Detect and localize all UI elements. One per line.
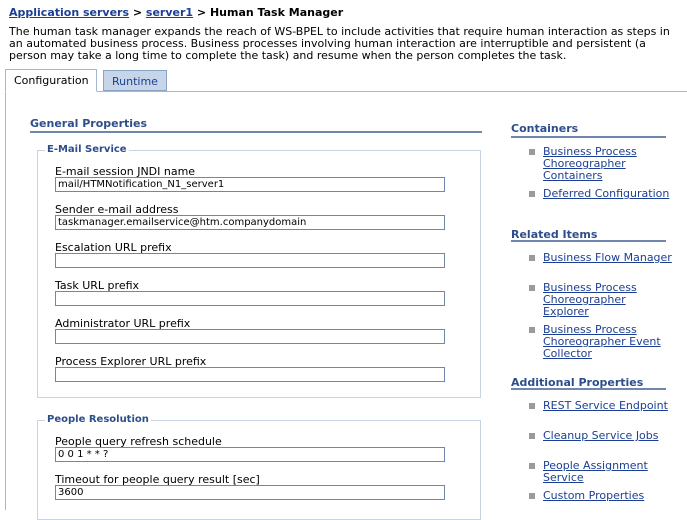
related-items-rule xyxy=(511,240,666,242)
sender-email-input[interactable]: taskmanager.emailservice@htm.companydoma… xyxy=(55,215,445,230)
administrator-url-input[interactable] xyxy=(55,329,445,344)
email-service-heading: E-Mail Service xyxy=(45,144,129,155)
task-url-input[interactable] xyxy=(55,291,445,306)
tab-runtime[interactable]: Runtime xyxy=(103,70,167,91)
bullet-icon xyxy=(529,403,535,409)
bullet-icon xyxy=(529,191,535,197)
bullet-icon xyxy=(529,285,535,291)
bullet-icon xyxy=(529,327,535,333)
link-people-assignment-service[interactable]: People Assignment Service xyxy=(543,460,673,484)
breadcrumb-link-application-servers[interactable]: Application servers xyxy=(9,6,129,19)
people-query-timeout-input[interactable]: 3600 xyxy=(55,485,445,500)
link-business-flow-manager[interactable]: Business Flow Manager xyxy=(543,252,673,264)
additional-properties-rule xyxy=(511,388,666,390)
breadcrumb-current: Human Task Manager xyxy=(209,6,344,19)
process-explorer-url-input[interactable] xyxy=(55,367,445,382)
bullet-icon xyxy=(529,433,535,439)
tab-divider xyxy=(5,91,687,92)
bullet-icon xyxy=(529,149,535,155)
link-custom-properties[interactable]: Custom Properties xyxy=(543,490,673,502)
breadcrumb-separator: > xyxy=(129,6,146,19)
bullet-icon xyxy=(529,493,535,499)
email-session-jndi-input[interactable]: mail/HTMNotification_N1_server1 xyxy=(55,177,445,192)
bullet-icon xyxy=(529,255,535,261)
breadcrumb: Application servers > server1 > Human Ta… xyxy=(9,6,343,19)
people-query-refresh-input[interactable]: 0 0 1 * * ? xyxy=(55,447,445,462)
escalation-url-input[interactable] xyxy=(55,253,445,268)
link-bpc-containers[interactable]: Business Process Choreographer Container… xyxy=(543,146,673,182)
link-rest-service-endpoint[interactable]: REST Service Endpoint xyxy=(543,400,673,412)
people-resolution-heading: People Resolution xyxy=(45,414,151,425)
containers-heading: Containers xyxy=(511,122,579,135)
breadcrumb-separator: > xyxy=(193,6,210,19)
content-frame-border xyxy=(5,91,6,510)
page-description: The human task manager expands the reach… xyxy=(9,25,670,62)
general-properties-heading: General Properties xyxy=(30,117,148,130)
link-cleanup-service-jobs[interactable]: Cleanup Service Jobs xyxy=(543,430,673,442)
link-bpc-event-collector[interactable]: Business Process Choreographer Event Col… xyxy=(543,324,673,360)
breadcrumb-link-server1[interactable]: server1 xyxy=(146,6,193,19)
bullet-icon xyxy=(529,463,535,469)
tab-configuration[interactable]: Configuration xyxy=(5,69,97,92)
containers-rule xyxy=(511,136,666,138)
link-bpc-explorer[interactable]: Business Process Choreographer Explorer xyxy=(543,282,673,318)
link-deferred-configuration[interactable]: Deferred Configuration xyxy=(543,188,673,200)
general-properties-rule xyxy=(30,131,482,133)
